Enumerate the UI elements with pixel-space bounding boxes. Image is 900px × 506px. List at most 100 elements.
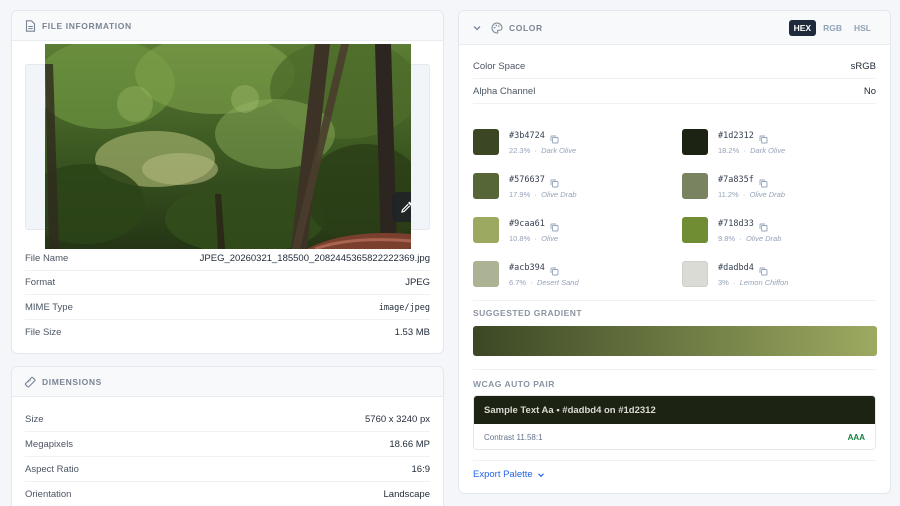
gradient-divider (473, 369, 876, 370)
swatch-hex-code: #dadbd4 (718, 263, 754, 273)
export-palette-button[interactable]: Export Palette (473, 469, 545, 480)
color-space-row: Color Space sRGB (473, 55, 876, 79)
swatch-percentage: 11.2% (718, 190, 739, 199)
swatch-separator: · (728, 278, 740, 287)
color-picker-button[interactable] (392, 192, 411, 222)
chevron-down-icon (537, 471, 545, 479)
file-information-header: FILE INFORMATION (12, 11, 443, 41)
copy-icon[interactable] (550, 219, 560, 232)
dimensions-title: DIMENSIONS (42, 376, 102, 387)
swatch-color-name: Olive Drab (745, 234, 782, 243)
copy-icon[interactable] (550, 131, 560, 144)
tab-rgb[interactable]: RGB (818, 20, 847, 36)
copy-icon[interactable] (550, 175, 560, 188)
alpha-channel-label: Alpha Channel (473, 86, 536, 97)
wcag-result: Contrast 11.58:1 AAA (474, 424, 875, 449)
swatch-hex-code: #3b4724 (509, 131, 545, 141)
swatch-color-name: Olive Drab (541, 190, 577, 199)
dimensions-header: DIMENSIONS (12, 367, 443, 397)
size-value: 5760 x 3240 px (365, 414, 430, 425)
swatch-meta: 17.9% · Olive Drab (509, 190, 577, 199)
export-palette-label: Export Palette (473, 469, 533, 480)
mime-type-row: MIME Type image/jpeg (25, 296, 430, 320)
file-icon (24, 19, 36, 32)
color-swatch[interactable] (473, 217, 499, 243)
suggested-gradient-bar (473, 326, 877, 356)
copy-icon[interactable] (759, 263, 769, 276)
megapixels-label: Megapixels (25, 439, 74, 450)
size-row: Size 5760 x 3240 px (25, 408, 430, 432)
wcag-auto-pair-label: WCAG AUTO PAIR (473, 379, 555, 389)
tab-hsl[interactable]: HSL (849, 20, 876, 36)
format-value: JPEG (405, 277, 430, 288)
size-label: Size (25, 414, 44, 425)
eyedropper-icon (400, 200, 411, 214)
palette-swatch-item: #9caa61 10.8% · Olive (473, 217, 673, 251)
swatch-percentage: 22.3% (509, 146, 531, 155)
swatch-separator: · (526, 278, 537, 287)
swatch-hex-code: #acb394 (509, 263, 545, 273)
aspect-ratio-row: Aspect Ratio 16:9 (25, 458, 430, 482)
file-name-value: JPEG_20260321_185500_2082445365822222369… (199, 253, 430, 264)
swatch-percentage: 9.8% (718, 234, 736, 243)
format-label: Format (25, 277, 56, 288)
palette-swatch-item: #718d33 9.8% · Olive Drab (682, 217, 882, 251)
file-size-label: File Size (25, 326, 62, 338)
color-swatch[interactable] (473, 173, 499, 199)
aspect-ratio-label: Aspect Ratio (25, 464, 79, 475)
swatch-color-name: Olive Drab (749, 190, 785, 199)
mime-type-value: image/jpeg (378, 302, 430, 313)
swatch-color-name: Lemon Chiffon (739, 278, 789, 287)
megapixels-row: Megapixels 18.66 MP (25, 433, 430, 457)
wcag-level-badge: AAA (847, 432, 865, 442)
swatch-separator: · (738, 190, 750, 199)
suggested-gradient-label: SUGGESTED GRADIENT (473, 308, 583, 318)
chevron-down-icon[interactable] (471, 22, 483, 34)
aspect-ratio-value: 16:9 (411, 464, 431, 475)
swatch-color-name: Dark Olive (541, 146, 577, 155)
file-name-label: File Name (25, 253, 69, 264)
swatch-separator: · (735, 234, 746, 243)
swatch-divider (473, 300, 876, 301)
swatch-meta: 11.2% · Olive Drab (718, 190, 785, 199)
swatch-hex-code: #718d33 (718, 219, 754, 229)
copy-icon[interactable] (759, 219, 769, 232)
copy-icon[interactable] (759, 131, 769, 144)
swatch-hex-code: #7a835f (718, 175, 754, 185)
forest-photo (45, 44, 411, 249)
swatch-color-name: Olive (541, 234, 559, 243)
color-title: COLOR (509, 22, 543, 33)
color-space-value: sRGB (850, 61, 876, 72)
color-swatch[interactable] (682, 173, 708, 199)
image-preview (45, 44, 411, 249)
file-size-value: 1.53 MB (394, 326, 430, 338)
orientation-label: Orientation (25, 488, 72, 500)
swatch-hex-code: #9caa61 (509, 219, 545, 229)
color-swatch[interactable] (682, 129, 708, 155)
ruler-icon (24, 376, 36, 388)
palette-swatch-item: #acb394 6.7% · Desert Sand (473, 261, 673, 295)
swatch-percentage: 17.9% (509, 190, 531, 199)
alpha-channel-row: Alpha Channel No (473, 80, 876, 104)
tab-hex[interactable]: HEX (788, 20, 817, 36)
color-swatch[interactable] (473, 129, 499, 155)
wcag-pair-card: Sample Text Aa • #dadbd4 on #1d2312 Cont… (473, 395, 876, 450)
export-divider (473, 460, 876, 461)
format-row: Format JPEG (25, 271, 430, 295)
alpha-channel-value: No (863, 86, 876, 97)
file-information-panel: FILE INFORMATION File Name JPEG_20260321… (11, 10, 444, 354)
palette-swatch-item: #7a835f 11.2% · Olive Drab (682, 173, 882, 207)
swatch-meta: 3% · Lemon Chiffon (718, 278, 788, 287)
swatch-meta: 22.3% · Dark Olive (509, 146, 576, 155)
color-swatch[interactable] (682, 261, 708, 287)
swatch-percentage: 3% (718, 278, 729, 287)
palette-icon (491, 21, 503, 34)
color-swatch[interactable] (682, 217, 708, 243)
wcag-sample-text: Sample Text Aa • #dadbd4 on #1d2312 (474, 396, 875, 424)
swatch-meta: 18.2% · Dark Olive (718, 146, 785, 155)
swatch-meta: 6.7% · Desert Sand (509, 278, 579, 287)
wcag-contrast-ratio: Contrast 11.58:1 (484, 432, 543, 442)
color-swatch[interactable] (473, 261, 499, 287)
copy-icon[interactable] (550, 263, 560, 276)
copy-icon[interactable] (759, 175, 769, 188)
